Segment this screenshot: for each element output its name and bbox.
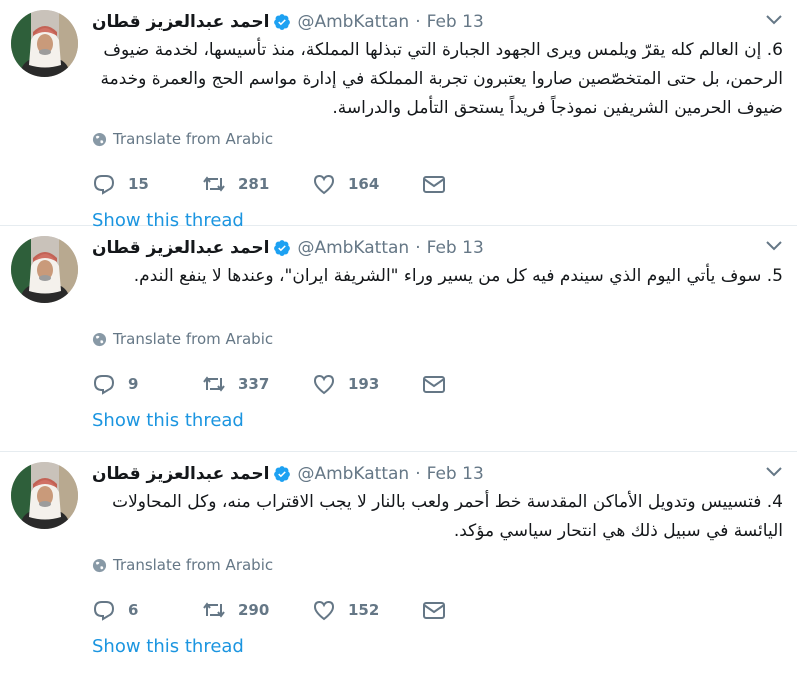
- retweet-button[interactable]: 281: [202, 173, 312, 195]
- heart-icon: [313, 174, 335, 195]
- retweet-count: 337: [238, 375, 270, 393]
- direct-message-button[interactable]: [422, 599, 446, 621]
- reply-icon: [93, 375, 115, 395]
- author-handle[interactable]: @AmbKattan: [297, 464, 409, 484]
- author-name[interactable]: احمد عبدالعزيز قطان: [92, 238, 269, 258]
- separator: ·: [415, 464, 421, 484]
- tweet-actions: 15 281 164: [92, 170, 446, 198]
- globe-icon: [92, 558, 107, 572]
- timeline: احمد عبدالعزيز قطان @AmbKattan · Feb 13 …: [0, 0, 797, 699]
- show-thread-link[interactable]: Show this thread: [92, 636, 244, 657]
- translate-link[interactable]: Translate from Arabic: [92, 130, 273, 148]
- like-count: 152: [348, 601, 380, 619]
- author-name[interactable]: احمد عبدالعزيز قطان: [92, 12, 269, 32]
- tweet-text: 5. سوف يأتي اليوم الذي سيندم فيه كل من ي…: [133, 266, 783, 286]
- envelope-icon: [423, 176, 445, 193]
- tweet-header: احمد عبدالعزيز قطان @AmbKattan · Feb 13: [92, 462, 767, 486]
- globe-icon: [92, 132, 107, 146]
- retweet-count: 290: [238, 601, 270, 619]
- translate-label: Translate from Arabic: [113, 330, 274, 348]
- tweet-header: احمد عبدالعزيز قطان @AmbKattan · Feb 13: [92, 10, 767, 34]
- verified-badge-icon: [274, 240, 291, 256]
- tweet-date[interactable]: Feb 13: [427, 12, 484, 32]
- verified-badge-icon: [274, 466, 291, 482]
- direct-message-button[interactable]: [422, 373, 446, 395]
- reply-icon: [93, 175, 115, 195]
- separator: ·: [415, 238, 421, 258]
- heart-icon: [313, 374, 335, 395]
- chevron-down-icon[interactable]: [765, 240, 783, 252]
- retweet-count: 281: [238, 175, 270, 193]
- envelope-icon: [423, 376, 445, 393]
- tweet-date[interactable]: Feb 13: [427, 238, 484, 258]
- avatar[interactable]: [11, 236, 78, 303]
- envelope-icon: [423, 602, 445, 619]
- separator: ·: [415, 12, 421, 32]
- tweet-header: احمد عبدالعزيز قطان @AmbKattan · Feb 13: [92, 236, 767, 260]
- reply-count: 9: [128, 375, 139, 393]
- verified-badge-icon: [274, 14, 291, 30]
- retweet-icon: [203, 602, 225, 618]
- globe-icon: [92, 332, 107, 346]
- translate-link[interactable]: Translate from Arabic: [92, 556, 273, 574]
- reply-count: 15: [128, 175, 149, 193]
- like-button[interactable]: 152: [312, 599, 422, 621]
- tweet-date[interactable]: Feb 13: [427, 464, 484, 484]
- tweet-text: 6. إن العالم كله يقرّ ويلمس ويرى الجهود …: [100, 40, 783, 118]
- like-button[interactable]: 193: [312, 373, 422, 395]
- tweet-actions: 6 290 152: [92, 596, 446, 624]
- retweet-button[interactable]: 337: [202, 373, 312, 395]
- author-handle[interactable]: @AmbKattan: [297, 238, 409, 258]
- retweet-icon: [203, 176, 225, 192]
- avatar[interactable]: [11, 10, 78, 77]
- tweet[interactable]: احمد عبدالعزيز قطان @AmbKattan · Feb 13 …: [0, 226, 797, 452]
- author-handle[interactable]: @AmbKattan: [297, 12, 409, 32]
- reply-count: 6: [128, 601, 139, 619]
- translate-label: Translate from Arabic: [113, 130, 274, 148]
- chevron-down-icon[interactable]: [765, 14, 783, 26]
- chevron-down-icon[interactable]: [765, 466, 783, 478]
- reply-button[interactable]: 6: [92, 599, 202, 621]
- retweet-icon: [203, 376, 225, 392]
- like-count: 164: [348, 175, 380, 193]
- tweet-text: 4. فتسييس وتدويل الأماكن المقدسة خط أحمر…: [112, 492, 783, 541]
- direct-message-button[interactable]: [422, 173, 446, 195]
- translate-label: Translate from Arabic: [113, 556, 274, 574]
- reply-button[interactable]: 9: [92, 373, 202, 395]
- heart-icon: [313, 600, 335, 621]
- tweet-actions: 9 337 193: [92, 370, 446, 398]
- like-button[interactable]: 164: [312, 173, 422, 195]
- retweet-button[interactable]: 290: [202, 599, 312, 621]
- author-name[interactable]: احمد عبدالعزيز قطان: [92, 464, 269, 484]
- tweet[interactable]: احمد عبدالعزيز قطان @AmbKattan · Feb 13 …: [0, 452, 797, 699]
- translate-link[interactable]: Translate from Arabic: [92, 330, 273, 348]
- reply-button[interactable]: 15: [92, 173, 202, 195]
- like-count: 193: [348, 375, 380, 393]
- tweet[interactable]: احمد عبدالعزيز قطان @AmbKattan · Feb 13 …: [0, 0, 797, 231]
- reply-icon: [93, 601, 115, 621]
- show-thread-link[interactable]: Show this thread: [92, 410, 244, 431]
- avatar[interactable]: [11, 462, 78, 529]
